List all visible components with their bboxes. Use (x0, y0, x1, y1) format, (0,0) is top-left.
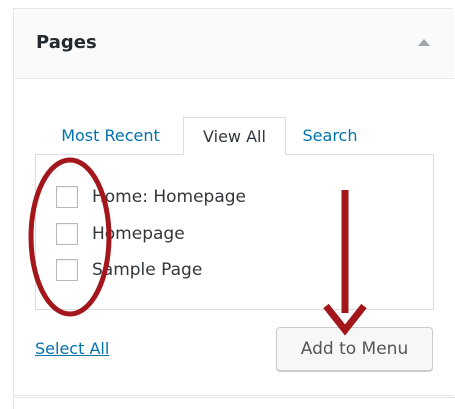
triangle-up-icon[interactable] (418, 39, 430, 46)
page-item-label: Homepage (92, 224, 185, 244)
pages-checklist: Home: Homepage Homepage Sample Page (35, 154, 434, 310)
tab-search[interactable]: Search (291, 117, 369, 155)
page-item-label: Sample Page (92, 260, 203, 280)
panel-title: Pages (36, 32, 97, 53)
add-to-menu-button[interactable]: Add to Menu (276, 327, 433, 371)
checkbox[interactable] (56, 259, 78, 281)
footer-divider (13, 397, 455, 398)
select-all-link[interactable]: Select All (35, 338, 109, 360)
tab-most-recent[interactable]: Most Recent (43, 117, 178, 155)
tab-view-all[interactable]: View All (183, 117, 286, 155)
checkbox[interactable] (56, 186, 78, 208)
footer-edge (13, 397, 14, 409)
page-item-label: Home: Homepage (92, 187, 246, 207)
checkbox[interactable] (56, 223, 78, 245)
panel-header[interactable]: Pages (14, 9, 454, 79)
page-root: Pages Most Recent View All Search Home: … (0, 0, 455, 409)
